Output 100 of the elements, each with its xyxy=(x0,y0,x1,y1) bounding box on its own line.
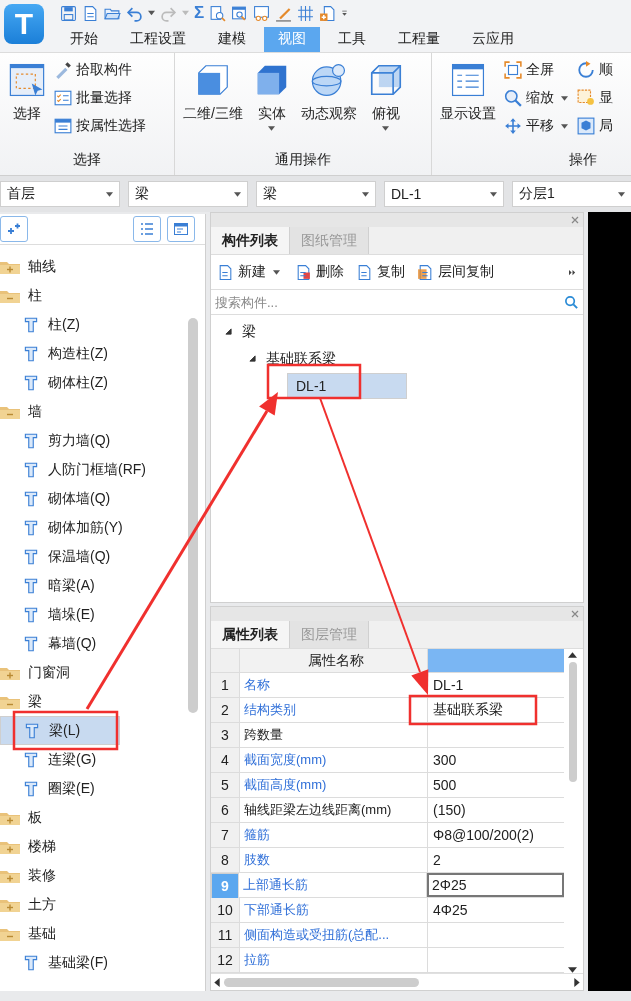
tree-item[interactable]: 梁 xyxy=(242,322,256,341)
ribbon-button[interactable]: 顺 xyxy=(577,59,613,81)
list-view-button[interactable] xyxy=(133,216,161,242)
row-number[interactable]: 12 xyxy=(211,948,240,972)
ribbon-button[interactable]: 拾取构件 xyxy=(54,59,146,81)
scroll-right-icon[interactable] xyxy=(574,977,580,987)
tree-item[interactable]: 砌体加筋(Y) xyxy=(0,513,182,542)
ribbon-button[interactable]: 选择 xyxy=(6,57,48,151)
ribbon-tab[interactable]: 云应用 xyxy=(458,27,528,52)
ribbon-tab[interactable]: 开始 xyxy=(56,27,112,52)
panel-tab[interactable]: 构件列表 xyxy=(211,227,290,254)
tree-item[interactable]: 墙垛(E) xyxy=(0,600,182,629)
ribbon-button[interactable]: 俯视 xyxy=(364,57,407,151)
grid-icon[interactable] xyxy=(297,4,315,22)
dropdown[interactable]: DL-1 xyxy=(384,181,504,207)
window-search-icon[interactable] xyxy=(231,4,249,22)
tree-folder[interactable]: 门窗洞 xyxy=(0,658,188,687)
ribbon-button[interactable]: 全屏 xyxy=(504,59,571,81)
ribbon-button[interactable]: 按属性选择 xyxy=(54,115,146,137)
dropdown[interactable]: 梁 xyxy=(128,181,248,207)
property-value[interactable]: 4Φ25 xyxy=(428,898,564,922)
property-value[interactable]: 500 xyxy=(428,773,564,797)
dropdown[interactable]: 分层1 xyxy=(512,181,631,207)
ribbon-button[interactable]: 缩放 xyxy=(504,87,571,109)
ribbon-button[interactable]: 局 xyxy=(577,115,613,137)
row-number[interactable]: 2 xyxy=(211,698,240,722)
scrollbar-thumb[interactable] xyxy=(568,662,577,782)
tree-item[interactable]: 基础联系梁 xyxy=(266,349,336,368)
close-icon[interactable] xyxy=(571,610,579,618)
scroll-left-icon[interactable] xyxy=(214,977,220,987)
close-icon[interactable] xyxy=(571,216,579,224)
tree-item[interactable]: 构造柱(Z) xyxy=(0,339,182,368)
tree-item[interactable]: 人防门框墙(RF) xyxy=(0,455,182,484)
scrollbar-thumb[interactable] xyxy=(188,318,198,713)
tree-item[interactable]: 基础梁(F) xyxy=(0,948,182,977)
tree-item[interactable]: 幕墙(Q) xyxy=(0,629,182,658)
tree-folder[interactable]: 梁 xyxy=(0,687,188,716)
ribbon-button[interactable]: 实体 xyxy=(250,57,293,151)
ribbon-button[interactable]: 平移 xyxy=(504,115,571,137)
toolbar-button[interactable]: 层间复制 xyxy=(417,263,494,281)
tree-item[interactable]: 砌体柱(Z) xyxy=(0,368,182,397)
ribbon-tab[interactable]: 工程设置 xyxy=(116,27,200,52)
tree-item[interactable]: 暗梁(A) xyxy=(0,571,182,600)
tree-item[interactable]: 剪力墙(Q) xyxy=(0,426,182,455)
tree-item[interactable]: 连梁(G) xyxy=(0,745,182,774)
row-number[interactable]: 3 xyxy=(211,723,240,747)
document-search-icon[interactable] xyxy=(209,4,227,22)
toolbar-button[interactable]: 新建 xyxy=(217,263,283,281)
tree-folder[interactable]: 轴线 xyxy=(0,252,188,281)
search-icon[interactable] xyxy=(564,294,579,310)
tree-item[interactable]: 梁(L) xyxy=(0,716,120,745)
ribbon-tab[interactable]: 工具 xyxy=(324,27,380,52)
toolbar-button[interactable]: 复制 xyxy=(356,263,405,281)
ribbon-button[interactable]: 二维/三维 xyxy=(181,57,245,151)
scroll-down-icon[interactable] xyxy=(568,967,577,973)
ribbon-tab[interactable]: 工程量 xyxy=(384,27,454,52)
property-value[interactable]: 基础联系梁 xyxy=(428,698,564,722)
tree-folder[interactable]: 土方 xyxy=(0,890,188,919)
expand-triangle-icon[interactable] xyxy=(225,328,232,335)
caret-icon[interactable] xyxy=(148,10,155,16)
tree-item[interactable]: 砌体墙(Q) xyxy=(0,484,182,513)
ribbon-button[interactable]: 动态观察 xyxy=(298,57,359,151)
search-field[interactable]: 搜索构件... xyxy=(215,294,564,310)
row-number[interactable]: 8 xyxy=(211,848,240,872)
tree-folder[interactable]: 楼梯 xyxy=(0,832,188,861)
document-icon[interactable] xyxy=(82,4,99,22)
row-number[interactable]: 5 xyxy=(211,773,240,797)
add-button[interactable] xyxy=(0,216,28,242)
ribbon-button[interactable]: 显 xyxy=(577,87,613,109)
property-value[interactable]: (150) xyxy=(428,798,564,822)
customize-caret-icon[interactable] xyxy=(341,10,349,16)
ribbon-button[interactable]: 显示设置 xyxy=(438,57,498,151)
scrollbar-thumb[interactable] xyxy=(224,977,419,987)
tree-folder[interactable]: 装修 xyxy=(0,861,188,890)
save-icon[interactable] xyxy=(60,4,77,22)
sum-button[interactable]: Σ xyxy=(194,3,205,23)
tree-folder[interactable]: 柱 xyxy=(0,281,188,310)
dropdown[interactable]: 首层 xyxy=(0,181,120,207)
row-number[interactable]: 7 xyxy=(211,823,240,847)
document-add-icon[interactable] xyxy=(319,4,337,22)
tree-item[interactable]: 圈梁(E) xyxy=(0,774,182,803)
row-number[interactable]: 6 xyxy=(211,798,240,822)
row-number[interactable]: 11 xyxy=(211,923,240,947)
row-number[interactable]: 10 xyxy=(211,898,240,922)
row-number[interactable]: 1 xyxy=(211,673,240,697)
window-glasses-icon[interactable] xyxy=(253,4,271,22)
tree-item[interactable]: 保温墙(Q) xyxy=(0,542,182,571)
more-icon[interactable] xyxy=(568,268,577,276)
panel-view-button[interactable] xyxy=(167,216,195,242)
property-value[interactable]: 2Φ25 xyxy=(427,873,564,897)
property-value[interactable]: Φ8@100/200(2) xyxy=(428,823,564,847)
dropdown[interactable]: 梁 xyxy=(256,181,376,207)
property-value[interactable]: 2 xyxy=(428,848,564,872)
property-value[interactable]: DL-1 xyxy=(428,673,564,697)
tree-item[interactable]: DL-1 xyxy=(287,372,407,399)
tree-folder[interactable]: 墙 xyxy=(0,397,188,426)
panel-tab[interactable]: 属性列表 xyxy=(211,621,290,648)
tree-folder[interactable]: 基础 xyxy=(0,919,188,948)
row-number[interactable]: 4 xyxy=(211,748,240,772)
expand-triangle-icon[interactable] xyxy=(249,355,256,362)
